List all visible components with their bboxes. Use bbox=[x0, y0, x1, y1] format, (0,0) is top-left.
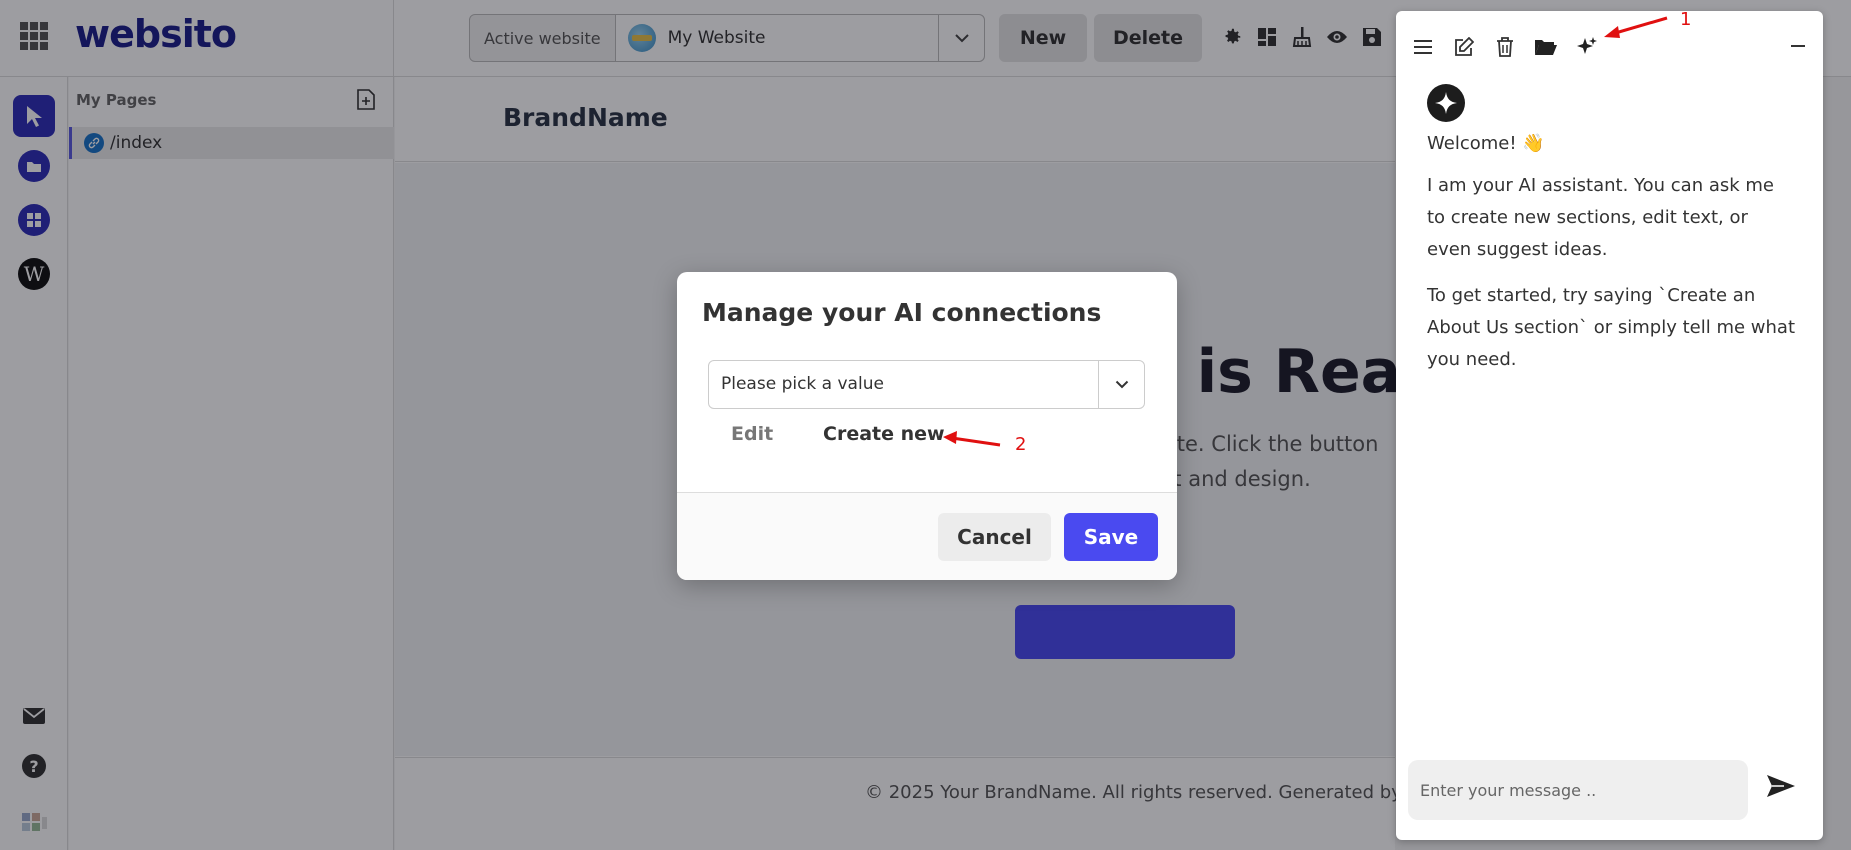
annotation-marker-2: 2 bbox=[1015, 434, 1027, 455]
annotation-layer bbox=[943, 16, 1668, 447]
annotation-marker-1: 1 bbox=[1680, 9, 1692, 30]
annotation-arrow-2 bbox=[943, 431, 1001, 447]
annotation-arrow-1 bbox=[1604, 16, 1668, 38]
